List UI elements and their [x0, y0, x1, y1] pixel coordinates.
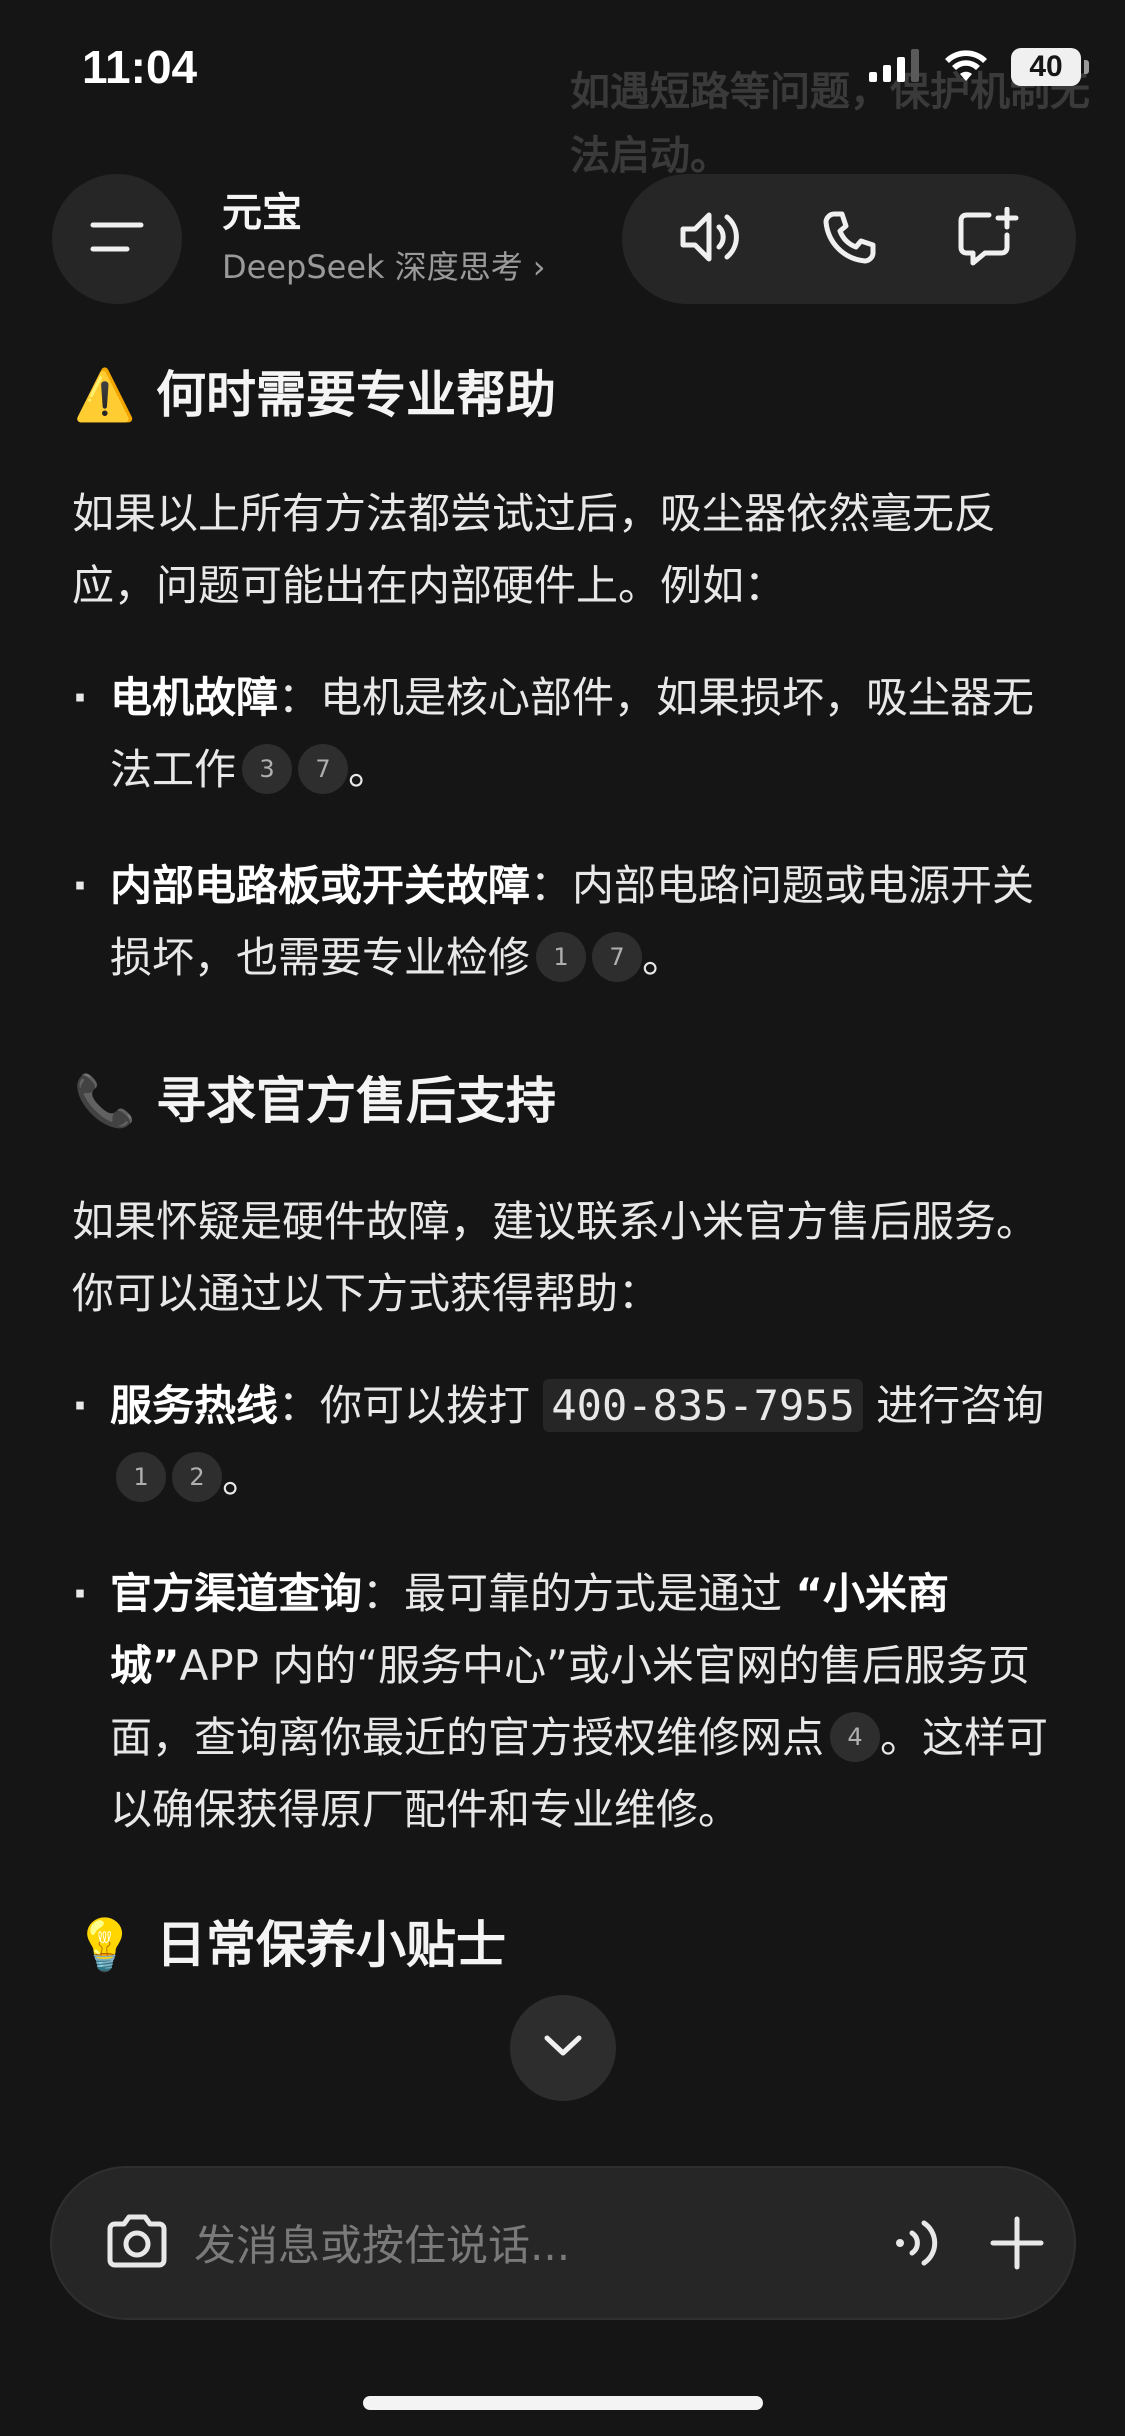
chat-header: 元宝 DeepSeek 深度思考 › [0, 170, 1125, 310]
header-actions [622, 174, 1076, 304]
speaker-icon [677, 207, 745, 271]
warning-icon: ⚠️ [73, 366, 137, 424]
hotline-number[interactable]: 400-835-7955 [543, 1379, 863, 1432]
status-time: 11:04 [82, 41, 198, 93]
scroll-to-bottom-button[interactable] [510, 1995, 616, 2101]
cellular-signal-icon [869, 48, 921, 86]
citation-badge[interactable]: 4 [830, 1711, 881, 1762]
bullet-term: 内部电路板或开关故障 [110, 861, 531, 910]
bullet-text: ：你可以拨打 [278, 1381, 544, 1430]
list-item: 官方渠道查询：最可靠的方式是通过 “小米商城”APP 内的“服务中心”或小米官网… [72, 1558, 1062, 1846]
status-bar: 11:04 40 [0, 0, 1125, 140]
lightbulb-icon: 💡 [73, 1916, 137, 1974]
section-title: 寻求官方售后支持 [156, 1072, 556, 1130]
citation-badge[interactable]: 1 [116, 1451, 166, 1502]
model-selector[interactable]: DeepSeek 深度思考 › [222, 246, 546, 288]
list-item: 电机故障：电机是核心部件，如果损坏，吸尘器无法工作37。 [72, 662, 1062, 806]
speaker-button[interactable] [666, 194, 756, 284]
chat-title-block[interactable]: 元宝 DeepSeek 深度思考 › [222, 188, 546, 288]
section-intro: 如果怀疑是硬件故障，建议联系小米官方售后服务。你可以通过以下方式获得帮助： [72, 1197, 1039, 1318]
message-composer [50, 2166, 1076, 2320]
bullet-term: 官方渠道查询 [110, 1569, 363, 1618]
citation-badge[interactable]: 7 [298, 743, 349, 794]
citation-badge[interactable]: 7 [592, 931, 643, 982]
list-item: 内部电路板或开关故障：内部电路问题或电源开关损坏，也需要专业检修17。 [72, 850, 1062, 994]
bullet-text: 进行咨询 [862, 1381, 1045, 1430]
section-heading-professional-help: ⚠️ 何时需要专业帮助 [72, 360, 1062, 430]
voice-input-button[interactable] [874, 2200, 964, 2290]
phone-receiver-icon: 📞 [73, 1072, 137, 1130]
citation-badge[interactable]: 3 [242, 743, 293, 794]
phone-icon [820, 208, 878, 270]
call-button[interactable] [804, 194, 894, 284]
bullet-tail: 。 [348, 745, 391, 794]
assistant-name: 元宝 [222, 190, 302, 236]
battery-indicator: 40 [1011, 48, 1089, 86]
voice-wave-icon [892, 2215, 946, 2275]
bullet-tail: 。 [642, 933, 685, 982]
chevron-down-icon [543, 2034, 583, 2062]
new-chat-icon [955, 206, 1019, 271]
list-item: 服务热线：你可以拨打 400-835-7955 进行咨询 12。 [72, 1370, 1062, 1514]
bullet-term: 服务热线 [110, 1381, 279, 1430]
plus-icon [989, 2215, 1045, 2275]
camera-icon [104, 2213, 170, 2273]
bullet-term: 电机故障 [110, 673, 279, 722]
chat-screen: 如遇短路等问题，保护机制无法启动。 11:04 40 元宝 DeepSeek 深… [0, 0, 1125, 2436]
add-attachment-button[interactable] [972, 2200, 1062, 2290]
section-title: 日常保养小贴士 [156, 1916, 506, 1974]
wifi-icon [943, 48, 989, 86]
status-icons: 40 [869, 48, 1089, 86]
section-intro: 如果以上所有方法都尝试过后，吸尘器依然毫无反应，问题可能出在内部硬件上。例如： [72, 489, 997, 610]
menu-icon [87, 215, 147, 263]
citation-badge[interactable]: 1 [536, 931, 587, 982]
camera-button[interactable] [92, 2198, 182, 2288]
message-input[interactable] [192, 2202, 856, 2288]
bullet-tail: 。 [222, 1453, 265, 1502]
section-heading-maintenance-tips: 💡 日常保养小贴士 [72, 1910, 1062, 1980]
home-indicator[interactable] [363, 2396, 763, 2410]
chevron-right-icon: › [532, 248, 546, 286]
new-chat-button[interactable] [942, 194, 1032, 284]
menu-button[interactable] [52, 174, 182, 304]
model-name: DeepSeek 深度思考 [222, 248, 523, 286]
section-heading-official-support: 📞 寻求官方售后支持 [72, 1066, 1062, 1136]
citation-badge[interactable]: 2 [172, 1451, 222, 1502]
message-content: ⚠️ 何时需要专业帮助 如果以上所有方法都尝试过后，吸尘器依然毫无反应，问题可能… [72, 360, 1062, 1980]
section-title: 何时需要专业帮助 [156, 366, 556, 424]
bullet-text: ：最可靠的方式是通过 [362, 1569, 796, 1618]
